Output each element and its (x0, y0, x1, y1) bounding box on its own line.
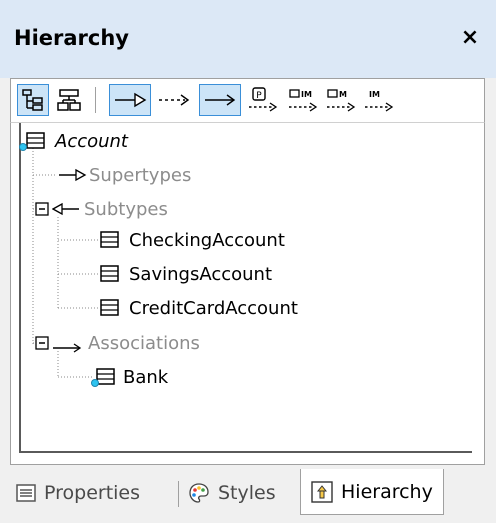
merge-glyph: M (339, 90, 347, 99)
hierarchy-icon (311, 480, 333, 503)
subtype-label: CheckingAccount (129, 229, 285, 251)
show-package-dependency-icon: P (249, 87, 278, 112)
collapse-icon[interactable] (35, 202, 49, 216)
show-package-dependency-button[interactable]: P (245, 84, 281, 116)
hierarchy-toolbar: P IM M IM (10, 78, 485, 122)
inherits-arrow-icon (52, 202, 79, 216)
show-import-button[interactable]: IM (361, 84, 397, 116)
tab-separator (178, 481, 179, 507)
properties-icon (16, 484, 36, 502)
tab-styles[interactable]: Styles (188, 475, 276, 511)
tab-label: Properties (44, 482, 141, 504)
close-button[interactable]: × (456, 24, 484, 52)
panel-title: Hierarchy (14, 26, 129, 50)
anchor-dot (19, 143, 27, 151)
show-generalization-button[interactable] (109, 84, 151, 116)
tree-node-supertypes[interactable]: Supertypes (59, 161, 191, 189)
show-import-icon: IM (365, 90, 394, 112)
show-merge-dependency-icon: M (327, 89, 356, 112)
supertypes-label: Supertypes (89, 164, 192, 186)
account-label: Account (55, 130, 128, 152)
package-glyph: P (256, 91, 262, 101)
tab-label: Hierarchy (341, 480, 433, 503)
tab-properties[interactable]: Properties (16, 475, 140, 511)
collapse-icon[interactable] (35, 336, 49, 350)
tree-node-associations[interactable]: Associations (35, 329, 200, 357)
show-association-icon (205, 94, 236, 106)
tree-node-savings-account[interactable]: SavingsAccount (99, 260, 272, 288)
show-import-dependency-button[interactable]: IM (285, 84, 321, 116)
hierarchy-tree: Account Supertypes Subtypes CheckingAcco… (10, 122, 485, 465)
graph-view-icon (57, 89, 81, 111)
tree-node-subtypes[interactable]: Subtypes (35, 195, 168, 223)
tab-label: Styles (218, 482, 276, 504)
show-import-dependency-icon: IM (289, 89, 318, 112)
show-merge-dependency-button[interactable]: M (323, 84, 359, 116)
association-label: Bank (123, 366, 169, 388)
tree-node-checking-account[interactable]: CheckingAccount (99, 226, 285, 254)
tree-node-account[interactable]: Account (25, 127, 128, 155)
palette-icon (188, 482, 210, 504)
import-glyph-2: IM (369, 90, 380, 99)
associations-label: Associations (88, 332, 200, 354)
class-icon (100, 265, 119, 282)
tab-hierarchy[interactable]: Hierarchy (300, 469, 444, 515)
subtype-label: CreditCardAccount (129, 297, 298, 319)
hierarchy-panel: Hierarchy × P IM M IM Account Supertypes… (0, 0, 496, 523)
tree-node-credit-card-account[interactable]: CreditCardAccount (99, 294, 298, 322)
graph-view-button[interactable] (53, 84, 85, 116)
panel-tabs: Properties Styles Hierarchy (10, 465, 485, 515)
show-realization-icon (159, 94, 190, 106)
association-arrow-icon (53, 343, 82, 353)
tree-view-button[interactable] (17, 84, 49, 116)
class-icon (100, 299, 119, 316)
tree-node-bank[interactable]: Bank (95, 363, 168, 391)
subtypes-label: Subtypes (84, 198, 168, 220)
tree-view-icon (22, 89, 43, 111)
show-realization-button[interactable] (153, 84, 195, 116)
generalization-arrow-icon (59, 168, 87, 182)
subtype-label: SavingsAccount (129, 263, 272, 285)
show-generalization-icon (115, 92, 147, 108)
panel-title-bar: Hierarchy × (0, 0, 496, 78)
anchor-dot (91, 379, 99, 387)
import-glyph: IM (301, 90, 312, 99)
class-icon (100, 231, 119, 248)
class-icon (26, 132, 45, 149)
toolbar-separator (95, 87, 96, 113)
show-association-button[interactable] (199, 84, 241, 116)
